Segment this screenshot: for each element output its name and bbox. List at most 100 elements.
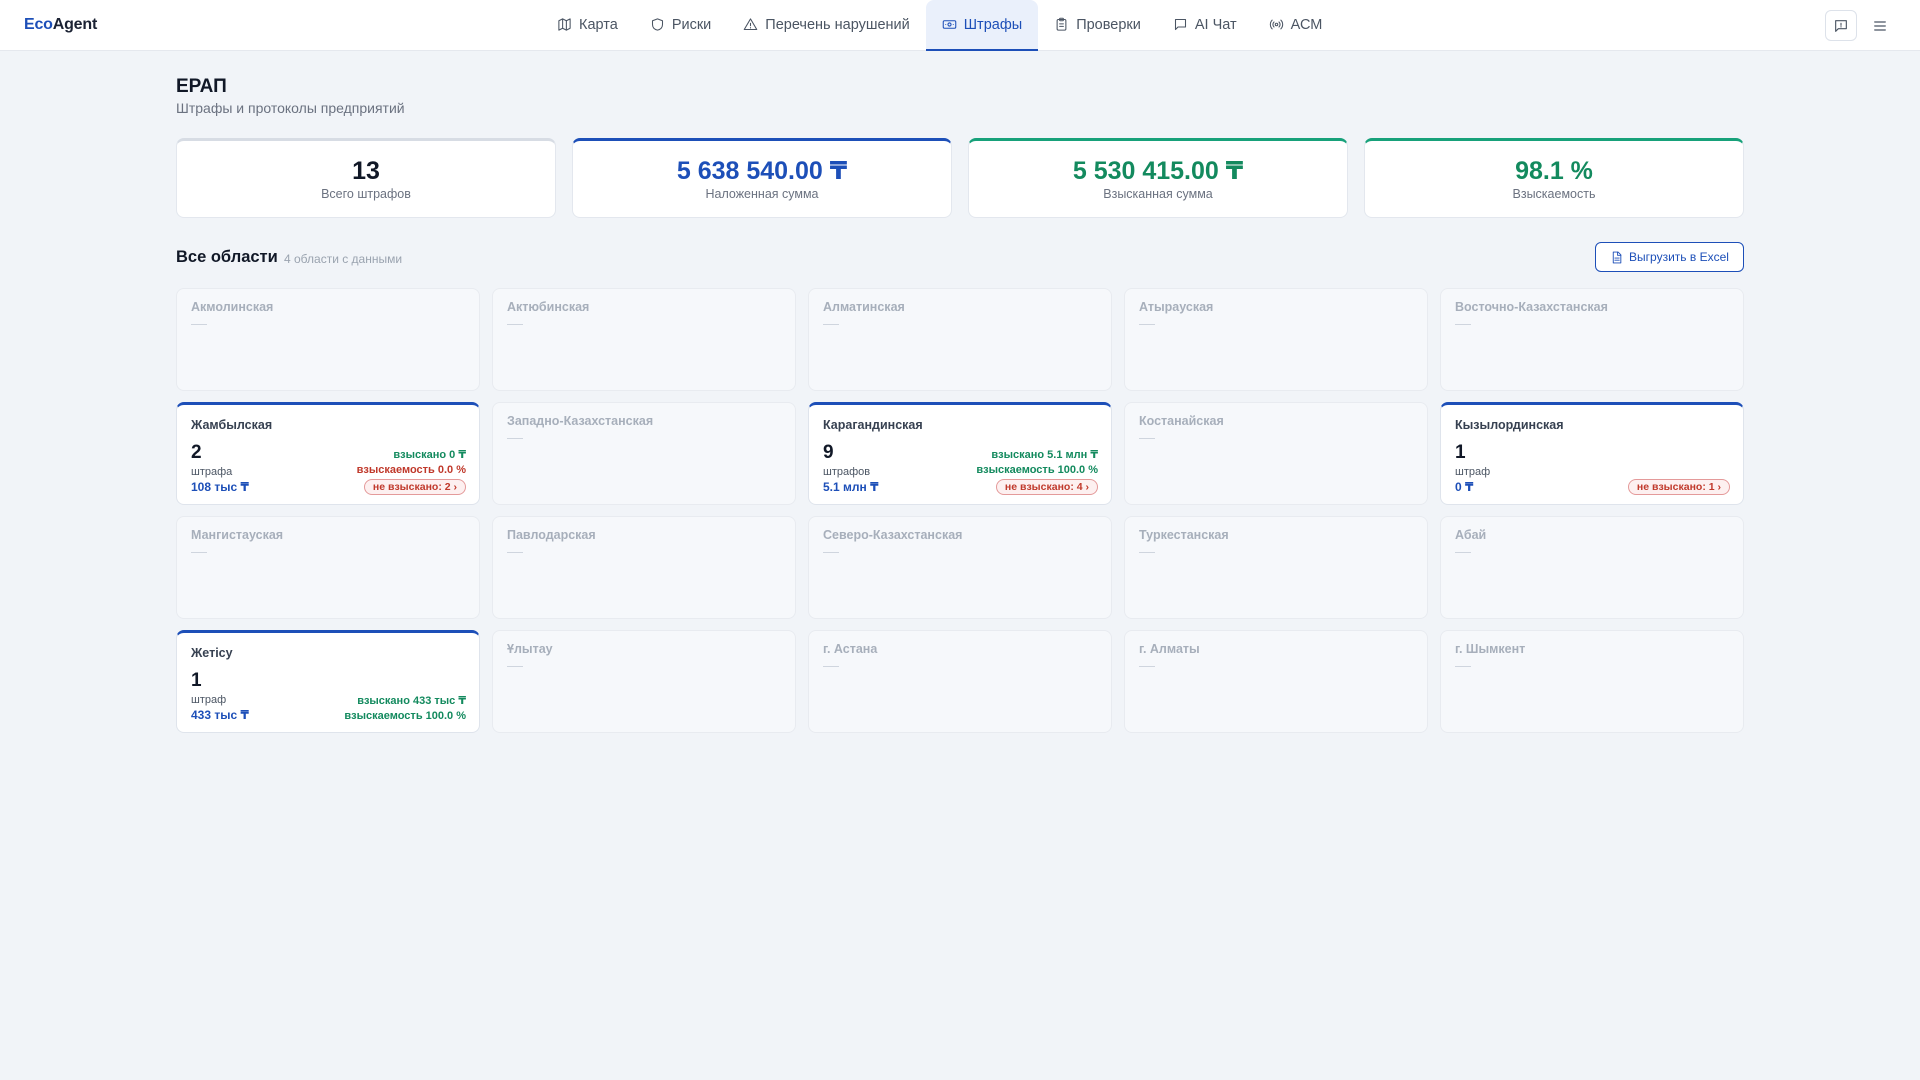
- no-data-dash: [823, 666, 839, 667]
- region-card-karaganda[interactable]: Карагандинская 9 штрафов 5.1 млн ₸ взыск…: [808, 402, 1112, 505]
- message-square-icon: [1835, 19, 1847, 32]
- nav-item-ai-chat[interactable]: AI Чат: [1157, 0, 1253, 51]
- fines-count: 1: [191, 670, 202, 691]
- region-card-east-kazakhstan[interactable]: Восточно-Казахстанская: [1440, 288, 1744, 391]
- map-icon: [558, 18, 571, 31]
- warning-icon: [744, 18, 758, 31]
- chat-icon: [1174, 18, 1186, 31]
- region-card-almaty-city[interactable]: г. Алматы: [1124, 630, 1428, 733]
- stat-label: Всего штрафов: [321, 187, 411, 201]
- region-name: Туркестанская: [1139, 528, 1229, 542]
- stat-card-collected-sum: 5 530 415.00 ₸ Взысканная сумма: [968, 138, 1348, 218]
- collection-rate: взыскаемость 100.0 %: [344, 710, 466, 722]
- region-name: г. Алматы: [1139, 642, 1200, 656]
- region-name: Павлодарская: [507, 528, 596, 542]
- broadcast-icon: [1269, 19, 1283, 30]
- region-name: г. Астана: [823, 642, 878, 656]
- not-collected-badge[interactable]: не взыскано: 1 ›: [1627, 479, 1730, 495]
- region-name: Карагандинская: [823, 418, 923, 432]
- no-data-dash: [823, 324, 839, 325]
- fines-unit: штрафов: [823, 466, 871, 478]
- region-name: Жамбылская: [191, 418, 273, 432]
- nav-item-label: AI Чат: [1194, 16, 1237, 33]
- region-name: Восточно-Казахстанская: [1455, 300, 1608, 314]
- nav-item-label: Карта: [579, 16, 618, 33]
- region-name: Ұлытау: [507, 642, 553, 656]
- not-collected-badge[interactable]: не взыскано: 4 ›: [995, 479, 1098, 495]
- region-card-turkestan[interactable]: Туркестанская: [1124, 516, 1428, 619]
- file-spreadsheet-icon: [1612, 251, 1622, 263]
- no-data-dash: [507, 666, 523, 667]
- banknote-icon: [942, 20, 957, 29]
- collected-amount: взыскано 5.1 млн ₸: [991, 449, 1098, 461]
- region-name: Абай: [1455, 528, 1487, 542]
- page-subtitle: Штрафы и протоколы предприятий: [176, 100, 405, 116]
- region-name: Костанайская: [1139, 414, 1224, 428]
- region-card-aktobe[interactable]: Актюбинская: [492, 288, 796, 391]
- stat-value: 13: [352, 157, 380, 185]
- region-card-mangystau[interactable]: Мангистауская: [176, 516, 480, 619]
- clipboard-icon: [1056, 17, 1067, 31]
- region-card-west-kazakhstan[interactable]: Западно-Казахстанская: [492, 402, 796, 505]
- stat-value: 98.1 %: [1515, 157, 1593, 185]
- collected-amount: взыскано 0 ₸: [393, 449, 466, 461]
- region-name: Акмолинская: [191, 300, 274, 314]
- fines-unit: штрафа: [191, 466, 233, 478]
- nav-item-inspections[interactable]: Проверки: [1038, 0, 1157, 51]
- shield-icon: [651, 18, 663, 31]
- region-card-atyrau[interactable]: Атырауская: [1124, 288, 1428, 391]
- stat-card-collection-rate: 98.1 % Взыскаемость: [1364, 138, 1744, 218]
- region-name: Западно-Казахстанская: [507, 414, 654, 428]
- region-card-north-kazakhstan[interactable]: Северо-Казахстанская: [808, 516, 1112, 619]
- fines-count: 9: [823, 442, 834, 463]
- no-data-dash: [1139, 666, 1155, 667]
- fines-sum: 0 ₸: [1455, 480, 1474, 494]
- export-excel-button[interactable]: Выгрузить в Excel: [1595, 242, 1744, 272]
- nav-item-map[interactable]: Карта: [541, 0, 634, 51]
- page-title: ЕРАП: [176, 76, 227, 97]
- region-card-shymkent[interactable]: г. Шымкент: [1440, 630, 1744, 733]
- feedback-button[interactable]: [1825, 10, 1857, 41]
- stat-card-imposed-sum: 5 638 540.00 ₸ Наложенная сумма: [572, 138, 952, 218]
- app-logo[interactable]: EcoAgent: [24, 16, 97, 34]
- stat-value: 5 638 540.00 ₸: [676, 157, 848, 185]
- region-name: Северо-Казахстанская: [823, 528, 963, 542]
- region-card-kyzylorda[interactable]: Кызылординская 1 штраф 0 ₸ не взыскано: …: [1440, 402, 1744, 505]
- regions-grid: Акмолинская Актюбинская Алматинская Атыр…: [176, 288, 1744, 733]
- region-card-astana[interactable]: г. Астана: [808, 630, 1112, 733]
- region-name: г. Шымкент: [1455, 642, 1526, 656]
- collected-amount: взыскано 433 тыс ₸: [357, 695, 466, 707]
- nav-item-risks[interactable]: Риски: [634, 0, 727, 51]
- no-data-dash: [191, 552, 207, 553]
- fines-unit: штраф: [1455, 466, 1491, 478]
- fines-sum: 433 тыс ₸: [191, 708, 249, 722]
- stat-label: Наложенная сумма: [705, 187, 819, 201]
- no-data-dash: [823, 552, 839, 553]
- region-card-pavlodar[interactable]: Павлодарская: [492, 516, 796, 619]
- region-card-akmola[interactable]: Акмолинская: [176, 288, 480, 391]
- region-card-zhetisu[interactable]: Жетісу 1 штраф 433 тыс ₸ взыскано 433 ты…: [176, 630, 480, 733]
- region-name: Актюбинская: [507, 300, 590, 314]
- nav-item-label: Штрафы: [963, 16, 1023, 33]
- region-name: Мангистауская: [191, 528, 284, 542]
- region-card-almaty-region[interactable]: Алматинская: [808, 288, 1112, 391]
- region-card-kostanay[interactable]: Костанайская: [1124, 402, 1428, 505]
- nav-item-fines[interactable]: Штрафы: [925, 0, 1039, 51]
- menu-button[interactable]: [1864, 10, 1896, 41]
- region-card-ulytau[interactable]: Ұлытау: [492, 630, 796, 733]
- main-nav: Карта Риски Перечень нарушений Штрафы Пр…: [541, 0, 1338, 51]
- nav-item-asm[interactable]: АСМ: [1253, 0, 1339, 51]
- export-excel-label: Выгрузить в Excel: [1629, 250, 1729, 264]
- nav-item-violations[interactable]: Перечень нарушений: [727, 0, 925, 51]
- region-card-abai[interactable]: Абай: [1440, 516, 1744, 619]
- region-card-zhambyl[interactable]: Жамбылская 2 штрафа 108 тыс ₸ взыскано 0…: [176, 402, 480, 505]
- no-data-dash: [1455, 552, 1471, 553]
- fines-count: 2: [191, 442, 202, 463]
- not-collected-badge[interactable]: не взыскано: 2 ›: [363, 479, 466, 495]
- no-data-dash: [507, 438, 523, 439]
- nav-item-label: Риски: [671, 16, 712, 33]
- region-name: Алматинская: [823, 300, 905, 314]
- region-name: Жетісу: [191, 646, 233, 660]
- fines-sum: 5.1 млн ₸: [823, 480, 879, 494]
- collection-rate: взыскаемость 0.0 %: [356, 464, 466, 476]
